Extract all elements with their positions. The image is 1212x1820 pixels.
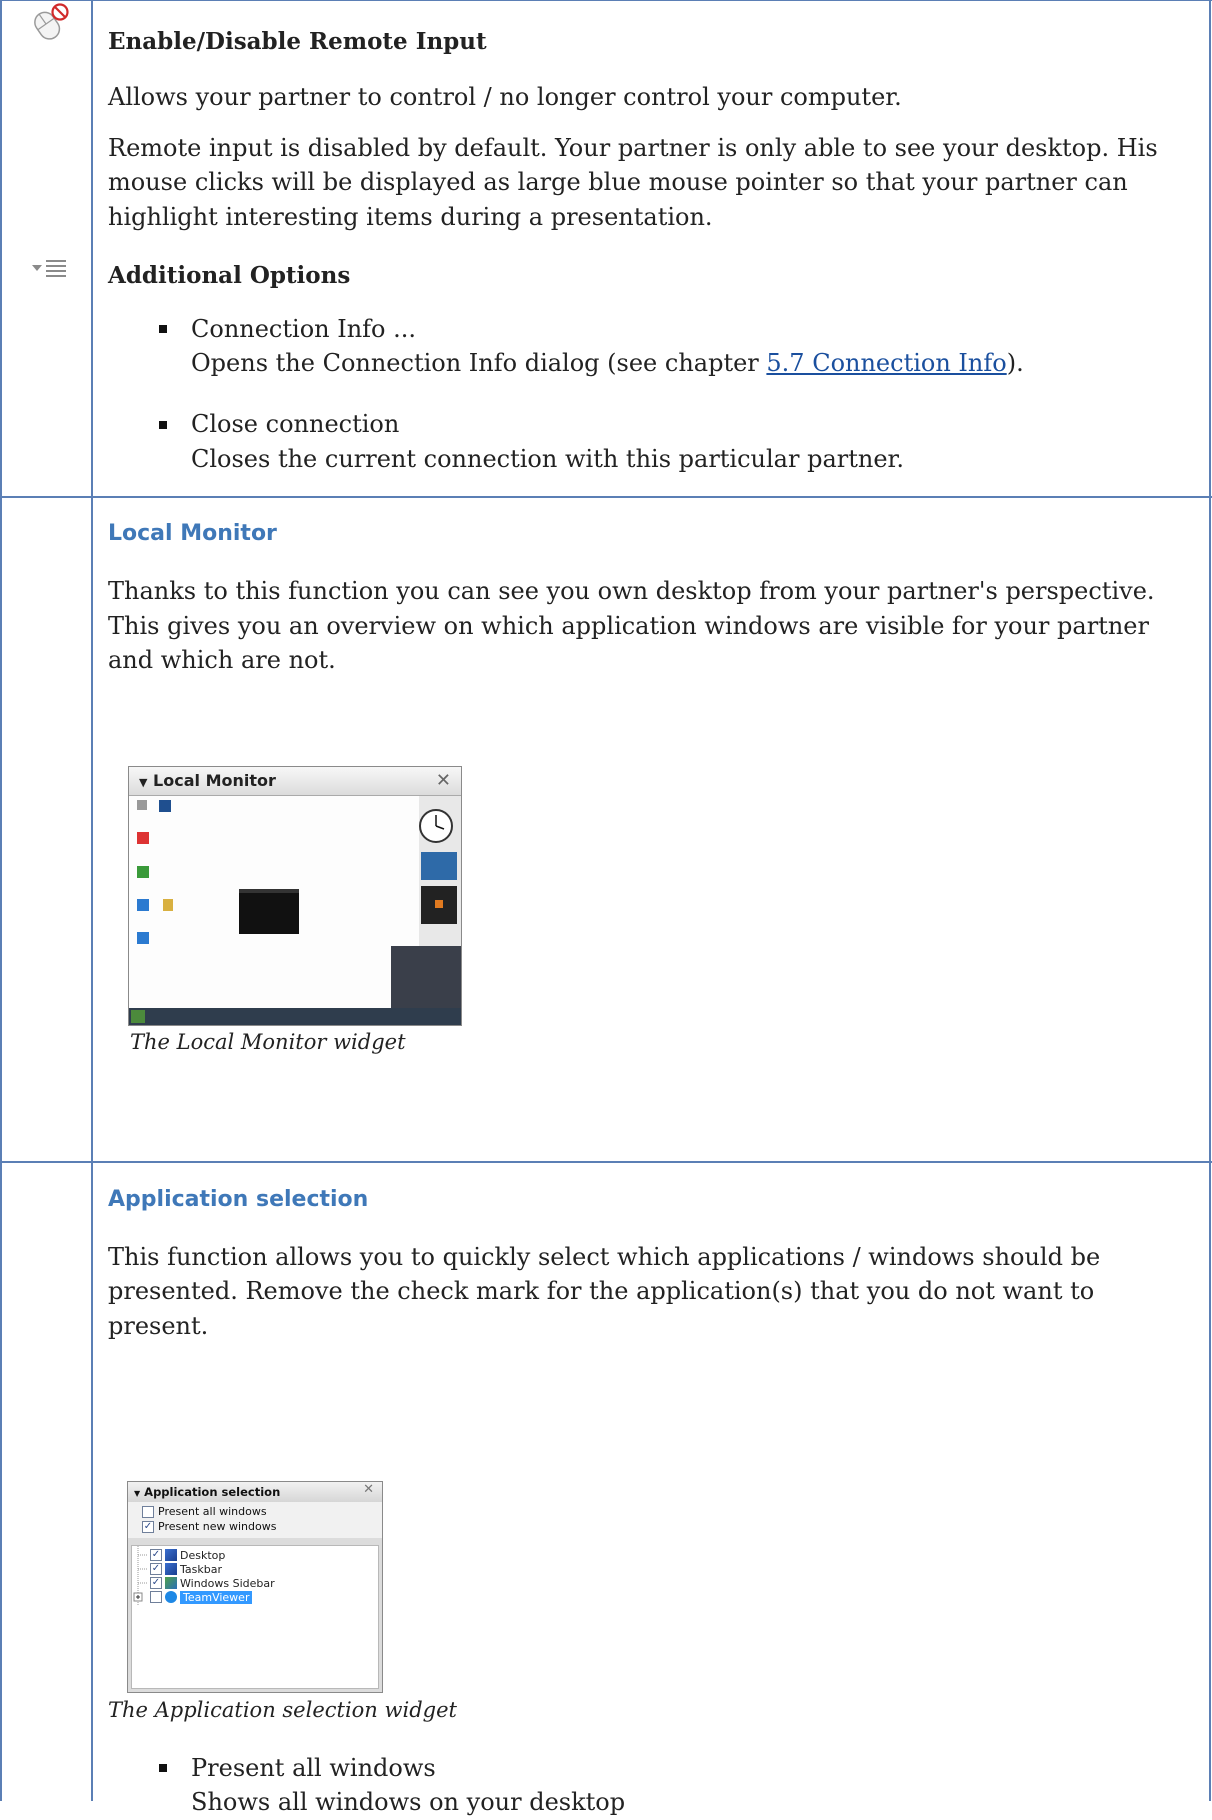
connection-info-desc-text: Opens the Connection Info dialog (see ch… (191, 349, 767, 377)
tree-item-windows-sidebar[interactable]: ✓ Windows Sidebar (150, 1576, 275, 1590)
document-page: Enable/Disable Remote Input Allows your … (0, 0, 1212, 1816)
application-selection-heading: Application selection (108, 1187, 369, 1212)
table-left-border (0, 0, 2, 1801)
checkbox-unchecked[interactable] (150, 1591, 162, 1603)
checkbox-checked[interactable]: ✓ (150, 1563, 162, 1575)
collapse-triangle-icon[interactable]: ▼ (139, 776, 147, 789)
bullet-marker (159, 1764, 167, 1772)
connection-info-description: Opens the Connection Info dialog (see ch… (191, 346, 1024, 381)
teamviewer-app-icon (165, 1591, 177, 1603)
application-selection-line-1: This function allows you to quickly sele… (108, 1243, 1101, 1271)
close-connection-item: Close connection (191, 410, 400, 438)
local-monitor-widget-title: ▼ Local Monitor (129, 767, 461, 796)
option-label: Present all windows (158, 1505, 267, 1518)
tree-item-label-selected: TeamViewer (180, 1590, 253, 1604)
local-monitor-widget-label: Local Monitor (153, 771, 276, 790)
remote-input-detail-line-2: mouse clicks will be displayed as large … (108, 168, 1128, 196)
connection-info-desc-end: ). (1006, 349, 1024, 377)
local-monitor-heading: Local Monitor (108, 521, 277, 546)
desktop-icons (137, 800, 173, 944)
connection-info-link[interactable]: 5.7 Connection Info (766, 349, 1006, 377)
bullet-marker (159, 325, 167, 333)
option-label: Present new windows (158, 1520, 277, 1533)
present-all-windows-item: Present all windows (191, 1754, 436, 1782)
local-monitor-line-2: This gives you an overview on which appl… (108, 612, 1149, 640)
row-divider-1 (0, 496, 1212, 498)
close-connection-description: Closes the current connection with this … (191, 445, 905, 473)
options-menu-icon (30, 258, 70, 284)
table-right-border (1209, 0, 1211, 1801)
local-monitor-desktop-preview (129, 796, 461, 1025)
checkbox-checked[interactable]: ✓ (150, 1577, 162, 1589)
tree-lines (133, 1546, 148, 1606)
tree-item-taskbar[interactable]: ✓ Taskbar (150, 1562, 222, 1576)
table-top-border (0, 0, 1212, 1)
checkbox-checked[interactable]: ✓ (142, 1520, 154, 1533)
application-selection-widget-label: Application selection (144, 1485, 281, 1499)
desktop-app-icon (165, 1549, 177, 1561)
row-divider-2 (0, 1161, 1212, 1163)
table-column-divider (91, 0, 93, 1801)
additional-options-title: Additional Options (108, 262, 351, 289)
application-selection-caption: The Application selection widget (108, 1698, 457, 1722)
remote-input-description: Allows your partner to control / no long… (108, 83, 902, 111)
tree-item-label: Taskbar (180, 1562, 222, 1576)
connection-info-item: Connection Info ... (191, 315, 417, 343)
application-selection-widget-title: ▼ Application selection (128, 1482, 382, 1502)
local-monitor-caption: The Local Monitor widget (130, 1030, 406, 1054)
tree-item-label: Windows Sidebar (180, 1576, 275, 1590)
application-selection-options: Present all windows ✓ Present new window… (128, 1502, 382, 1538)
checkbox-unchecked[interactable] (142, 1505, 154, 1518)
collapse-triangle-icon[interactable]: ▼ (134, 1489, 140, 1498)
application-selection-line-3: present. (108, 1312, 209, 1340)
application-selection-line-2: presented. Remove the check mark for the… (108, 1277, 1095, 1305)
remote-input-title: Enable/Disable Remote Input (108, 28, 487, 55)
application-selection-widget: ▼ Application selection ✕ Present all wi… (127, 1481, 383, 1693)
tree-item-label: Desktop (180, 1548, 226, 1562)
close-icon[interactable]: ✕ (363, 1482, 374, 1497)
sidebar-app-icon (165, 1577, 177, 1589)
remote-input-detail-line-1: Remote input is disabled by default. You… (108, 134, 1158, 162)
taskbar-app-icon (165, 1563, 177, 1575)
checkbox-checked[interactable]: ✓ (150, 1549, 162, 1561)
tree-item-desktop[interactable]: ✓ Desktop (150, 1548, 225, 1562)
present-all-windows-description: Shows all windows on your desktop (191, 1788, 626, 1816)
local-monitor-line-3: and which are not. (108, 646, 336, 674)
bullet-marker (159, 421, 167, 429)
application-tree: ✓ Desktop ✓ Taskbar ✓ Windows Sidebar Te… (131, 1545, 379, 1689)
local-monitor-line-1: Thanks to this function you can see you … (108, 577, 1155, 605)
remote-input-disabled-icon (28, 2, 72, 46)
local-monitor-widget: ▼ Local Monitor ✕ (128, 766, 462, 1026)
tree-item-teamviewer[interactable]: TeamViewer (150, 1590, 253, 1604)
remote-input-detail-line-3: highlight interesting items during a pre… (108, 203, 713, 231)
present-all-windows-option[interactable]: Present all windows (142, 1504, 382, 1519)
close-icon[interactable]: ✕ (436, 770, 451, 791)
present-new-windows-option[interactable]: ✓ Present new windows (142, 1519, 382, 1534)
